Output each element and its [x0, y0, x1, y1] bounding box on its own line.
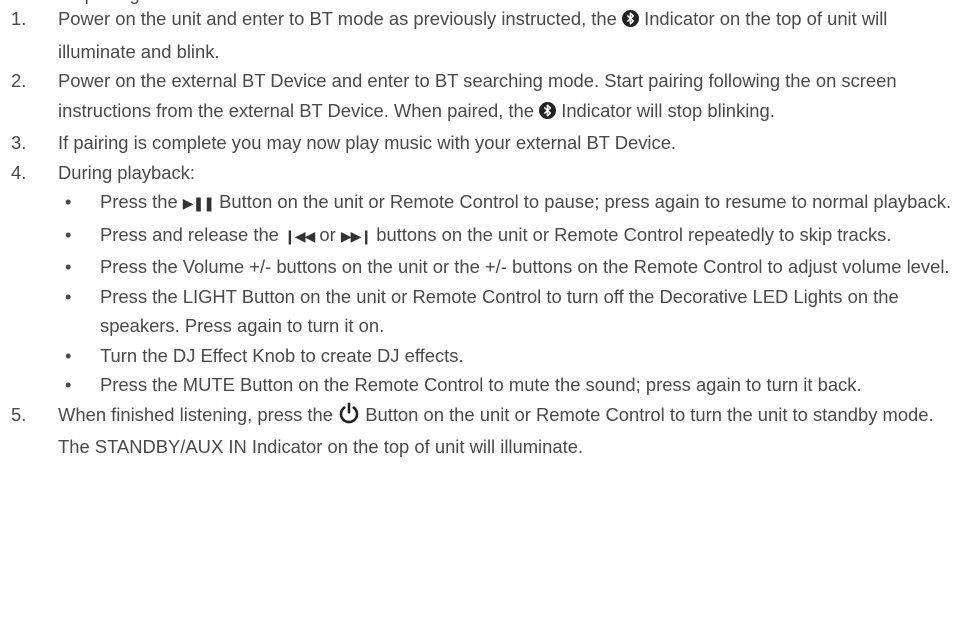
bullet: •	[65, 256, 72, 277]
bluetooth-icon	[539, 99, 557, 129]
sub-text-cont: Button on the unit or Remote Control to …	[214, 191, 952, 212]
step-number: 3.	[11, 132, 27, 153]
bullet: •	[65, 191, 72, 212]
step-item: 4. During playback: • Press the ▶❚❚ Butt…	[0, 158, 964, 400]
sub-item: • Turn the DJ Effect Knob to create DJ e…	[58, 341, 952, 371]
step-text: If pairing is complete you may now play …	[58, 132, 677, 153]
instruction-page: for pairing with external BT Device. 1. …	[0, 0, 964, 638]
sub-item: • Press the MUTE Button on the Remote Co…	[58, 370, 952, 400]
bullet: •	[65, 223, 72, 245]
sub-item: • Press the Volume +/- buttons on the un…	[58, 252, 952, 282]
step-number: 5.	[11, 403, 27, 425]
power-icon	[338, 401, 360, 433]
bullet: •	[65, 344, 72, 366]
next-track-icon: ▶▶❙	[340, 228, 372, 245]
sub-text: Press and release the	[100, 223, 285, 245]
sub-item: • Press the ▶❚❚ Button on the unit or Re…	[58, 187, 952, 220]
step-item: 1. Power on the unit and enter to BT mod…	[0, 4, 964, 66]
previous-track-icon: ❙◀◀	[284, 228, 315, 245]
sub-text-cont: buttons on the unit or Remote Control re…	[371, 223, 892, 245]
play-pause-icon: ▶❚❚	[182, 196, 215, 212]
step-item: 5. When finished listening, press the Bu…	[0, 400, 964, 462]
sub-list: • Press the ▶❚❚ Button on the unit or Re…	[58, 187, 952, 400]
sub-text: Press the	[100, 191, 183, 212]
step-text: During playback:	[58, 161, 195, 183]
step-number: 2.	[11, 70, 27, 91]
step-text: When finished listening, press the	[58, 403, 339, 425]
step-item: 2. Power on the external BT Device and e…	[0, 66, 964, 128]
sub-text-mid: or	[314, 223, 341, 245]
sub-item: • Press the LIGHT Button on the unit or …	[58, 282, 952, 341]
sub-item: • Press and release the ❙◀◀ or ▶▶❙ butto…	[58, 220, 952, 253]
step-text: Power on the unit and enter to BT mode a…	[58, 8, 622, 29]
bullet: •	[65, 374, 72, 395]
step-number: 4.	[11, 161, 27, 183]
sub-text: Turn the DJ Effect Knob to create DJ eff…	[100, 344, 464, 366]
sub-text: Press the Volume +/- buttons on the unit…	[100, 256, 950, 277]
steps-list: 1. Power on the unit and enter to BT mod…	[0, 4, 964, 462]
bluetooth-icon	[621, 7, 639, 37]
sub-text: Press the MUTE Button on the Remote Cont…	[100, 374, 862, 395]
step-number: 1.	[11, 8, 27, 29]
bullet: •	[65, 285, 72, 307]
step-item: 3. If pairing is complete you may now pl…	[0, 128, 964, 158]
step-text-cont: Indicator will stop blinking.	[556, 99, 775, 121]
sub-text: Press the LIGHT Button on the unit or Re…	[100, 285, 899, 337]
